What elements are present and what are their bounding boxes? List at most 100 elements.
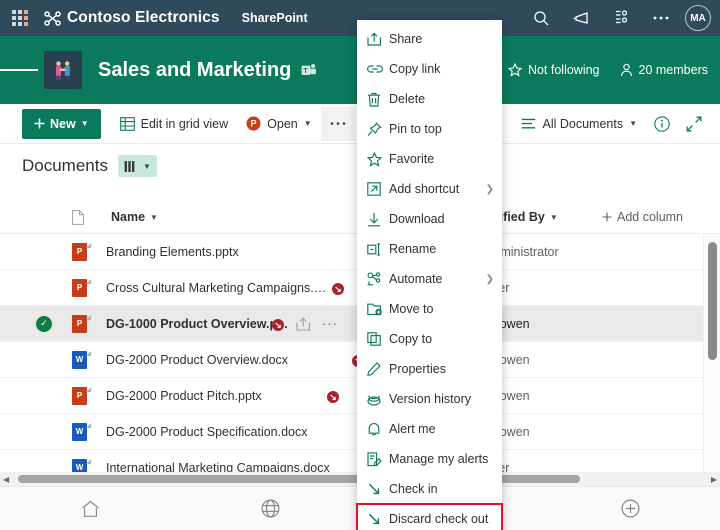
menu-item-version-history[interactable]: Version history <box>357 384 502 414</box>
file-icon-pptx: P <box>72 314 91 333</box>
share-icon[interactable] <box>296 317 311 331</box>
more-ellipsis-icon[interactable] <box>641 0 681 36</box>
new-button-label: New <box>50 116 76 131</box>
home-icon[interactable] <box>0 500 180 518</box>
svg-text:T: T <box>304 67 309 74</box>
menu-item-properties[interactable]: Properties <box>357 354 502 384</box>
manage-alerts-icon <box>367 451 389 467</box>
menu-item-alert-me[interactable]: Alert me <box>357 414 502 444</box>
add-column-button[interactable]: Add column <box>602 200 683 234</box>
more-ellipsis-icon[interactable]: ··· <box>322 316 338 331</box>
open-button-label: Open <box>267 116 298 131</box>
app-launcher-waffle-icon[interactable] <box>0 0 40 36</box>
microsoft-teams-icon[interactable]: T <box>301 63 317 78</box>
command-bar-more-button[interactable] <box>320 106 355 141</box>
table-row[interactable]: P Branding Elements.pptx ● Administrator <box>0 234 703 270</box>
handshake-site-logo-icon[interactable] <box>44 51 82 89</box>
menu-item-share[interactable]: Share <box>357 24 502 54</box>
checked-out-arrow-icon: ↘ <box>327 387 339 405</box>
table-row[interactable]: ✓ P DG-1000 Product Overview.p... ↘ ··· … <box>0 306 703 342</box>
command-bar-right: All Documents ▼ <box>512 107 720 141</box>
suite-app-name[interactable]: SharePoint <box>242 11 308 25</box>
file-name[interactable]: DG-2000 Product Pitch.pptx <box>106 389 262 403</box>
move-folder-icon <box>367 302 389 316</box>
menu-item-copy-link[interactable]: Copy link <box>357 54 502 84</box>
version-history-icon <box>367 392 389 406</box>
vertical-scrollbar-thumb[interactable] <box>708 242 717 360</box>
column-view-toggle[interactable]: ▼ <box>117 155 157 177</box>
download-arrow-icon <box>367 212 389 227</box>
expand-button[interactable] <box>678 107 710 141</box>
members-label: 20 members <box>638 63 708 77</box>
list-view-icon <box>521 118 536 130</box>
file-name[interactable]: Branding Elements.pptx <box>106 245 239 259</box>
chevron-down-icon: ▼ <box>549 212 558 222</box>
scrollbar-left-arrow-icon[interactable]: ◀ <box>0 475 12 484</box>
menu-item-download[interactable]: Download <box>357 204 502 234</box>
megaphone-icon[interactable] <box>561 0 601 36</box>
menu-item-delete[interactable]: Delete <box>357 84 502 114</box>
file-icon-pptx: P <box>72 278 91 297</box>
menu-item-check-in[interactable]: Check in <box>357 474 502 504</box>
grid-table-icon <box>119 116 135 131</box>
library-title: Documents <box>22 156 108 175</box>
not-following-button[interactable]: Not following <box>507 63 600 77</box>
menu-item-discard-check-out[interactable]: Discard check out <box>356 503 503 530</box>
trash-icon <box>367 92 389 107</box>
rename-icon <box>367 242 389 256</box>
file-context-menu: Share Copy link Delete Pin to top Favori <box>356 20 503 530</box>
menu-item-label: Discard check out <box>389 512 489 526</box>
file-name[interactable]: Cross Cultural Marketing Campaigns.pptx <box>106 281 330 295</box>
view-selector-label: All Documents <box>542 116 624 131</box>
my-apps-icon[interactable] <box>601 0 641 36</box>
file-name[interactable]: DG-2000 Product Overview.docx <box>106 353 288 367</box>
star-outline-icon <box>507 63 522 77</box>
view-selector-button[interactable]: All Documents ▼ <box>512 107 646 141</box>
menu-item-automate[interactable]: Automate ❯ <box>357 264 502 294</box>
star-icon <box>367 151 389 167</box>
check-circle-icon[interactable]: ✓ <box>36 315 52 332</box>
menu-item-label: Version history <box>389 392 471 406</box>
page-title[interactable]: Sales and Marketing <box>98 59 291 82</box>
menu-item-label: Download <box>389 212 445 226</box>
menu-item-manage-my-alerts[interactable]: Manage my alerts <box>357 444 502 474</box>
menu-item-label: Automate <box>389 272 443 286</box>
open-button[interactable]: P Open ▼ <box>237 107 321 141</box>
chevron-right-icon: ❯ <box>485 183 494 195</box>
globe-icon[interactable] <box>180 499 360 518</box>
suite-brand[interactable]: Contoso Electronics <box>44 9 220 27</box>
column-header-name[interactable]: Name ▼ <box>72 200 158 234</box>
menu-item-rename[interactable]: Rename <box>357 234 502 264</box>
info-button[interactable] <box>646 107 678 141</box>
file-name[interactable]: DG-1000 Product Overview.p... <box>106 317 288 331</box>
menu-item-copy-to[interactable]: Copy to <box>357 324 502 354</box>
menu-item-favorite[interactable]: Favorite <box>357 144 502 174</box>
table-row[interactable]: W DG-2000 Product Specification.docx an … <box>0 414 703 450</box>
new-button[interactable]: New ▼ <box>22 108 101 139</box>
table-row[interactable]: P Cross Cultural Marketing Campaigns.ppt… <box>0 270 703 306</box>
vertical-scrollbar[interactable]: ▼ <box>703 234 720 486</box>
add-column-label: Add column <box>617 210 684 224</box>
menu-item-label: Pin to top <box>389 122 442 136</box>
table-row[interactable]: P DG-2000 Product Pitch.pptx ↘ an Bowen <box>0 378 703 414</box>
members-button[interactable]: 20 members <box>620 63 708 77</box>
menu-item-add-shortcut[interactable]: Add shortcut ❯ <box>357 174 502 204</box>
menu-item-label: Properties <box>389 362 446 376</box>
file-name[interactable]: DG-2000 Product Specification.docx <box>106 425 308 439</box>
menu-item-move-to[interactable]: Move to <box>357 294 502 324</box>
menu-item-label: Add shortcut <box>389 182 460 196</box>
plus-circle-icon[interactable] <box>540 499 720 518</box>
menu-item-pin-to-top[interactable]: Pin to top <box>357 114 502 144</box>
not-following-label: Not following <box>527 63 600 77</box>
scrollbar-right-arrow-icon[interactable]: ▶ <box>708 475 720 484</box>
hamburger-menu-icon[interactable] <box>0 36 39 104</box>
avatar[interactable]: MA <box>685 5 711 31</box>
table-row[interactable]: W DG-2000 Product Overview.docx ↘ an Bow… <box>0 342 703 378</box>
column-view-icon <box>124 160 138 173</box>
chevron-down-icon: ▼ <box>150 212 158 222</box>
link-icon <box>367 63 389 75</box>
chevron-down-icon: ▼ <box>80 119 89 128</box>
search-icon[interactable] <box>521 0 561 36</box>
edit-in-grid-view-button[interactable]: Edit in grid view <box>111 107 238 141</box>
person-icon <box>620 63 633 77</box>
